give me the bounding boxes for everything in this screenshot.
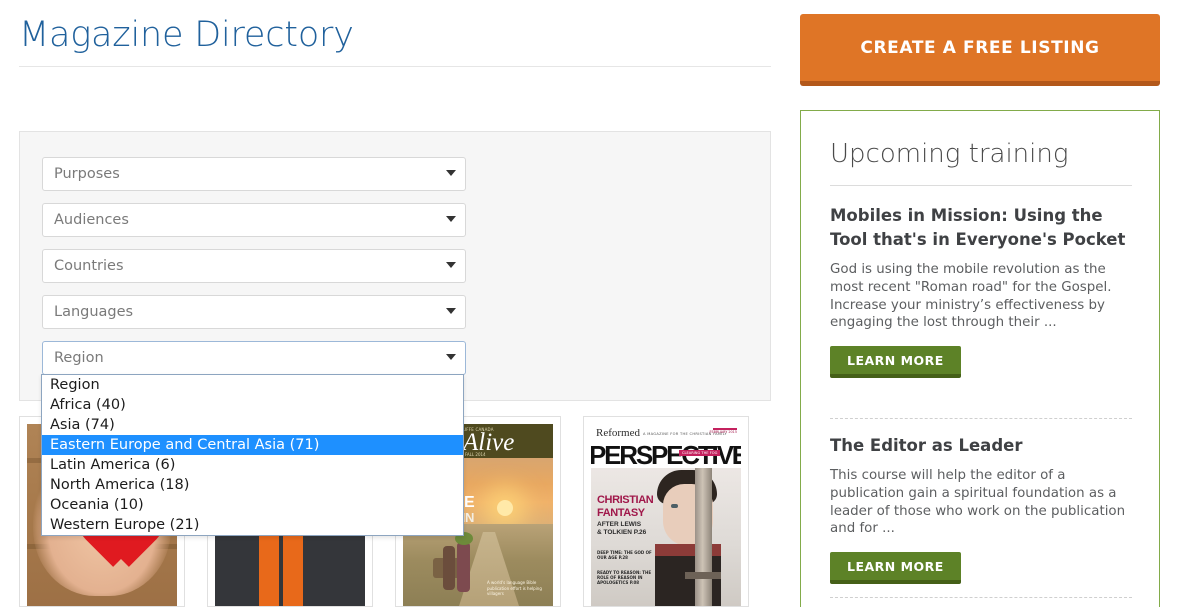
training-item-description: This course will help the editor of a pu… (830, 467, 1132, 538)
filter-panel: Purposes Audiences Countries Languages R (19, 131, 771, 401)
figure-leg-gap (279, 536, 283, 606)
magazine-card[interactable]: Reformed A MAGAZINE FOR THE CHRISTIAN FA… (583, 416, 749, 607)
page-title: Magazine Directory (19, 15, 354, 55)
magazine-cover-reformed-perspective: Reformed A MAGAZINE FOR THE CHRISTIAN FA… (591, 424, 741, 606)
chevron-down-icon (446, 354, 456, 360)
title-divider (19, 66, 771, 67)
select-countries[interactable]: Countries (42, 249, 466, 283)
cover-headline-2: FANTASY (597, 507, 645, 519)
select-audiences[interactable]: Audiences (42, 203, 466, 237)
training-item-description: God is using the mobile revolution as th… (830, 261, 1132, 332)
figure-left (443, 546, 455, 590)
masthead-issue: FEBRUARY 2015 (710, 430, 738, 434)
dropdown-option-eastern-europe-central-asia[interactable]: Eastern Europe and Central Asia (71) (42, 435, 463, 455)
select-languages[interactable]: Languages (42, 295, 466, 329)
cover-subhead-2: & TOLKIEN P.26 (597, 529, 646, 536)
select-region[interactable]: Region (42, 341, 466, 375)
training-item: Mobiles in Mission: Using the Tool that'… (830, 204, 1132, 378)
filter-select-stack: Purposes Audiences Countries Languages R (42, 157, 466, 387)
cover-teaser-2: READY TO REASON: THE ROLE OF REASON IN A… (597, 570, 659, 585)
main-content: Magazine Directory Purposes Audiences Co… (0, 0, 795, 607)
masthead-perspective-tag: CLEARING THE FOG (679, 450, 720, 456)
learn-more-button[interactable]: LEARN MORE (830, 346, 961, 378)
wooden-sword (695, 468, 712, 606)
figure-right (457, 542, 470, 592)
sidebar: CREATE A FREE LISTING Upcoming training … (800, 0, 1162, 607)
select-purposes[interactable]: Purposes (42, 157, 466, 191)
create-free-listing-button[interactable]: CREATE A FREE LISTING (800, 14, 1160, 86)
cover-teaser-1: DEEP TIME: THE GOD OF OUR AGE P.28 (597, 550, 659, 560)
page-root: Magazine Directory Purposes Audiences Co… (0, 0, 1183, 607)
select-countries-label: Countries (54, 258, 124, 274)
panel-title-divider (830, 185, 1132, 186)
dropdown-option-latin-america[interactable]: Latin America (6) (42, 455, 463, 475)
upcoming-training-title: Upcoming training (830, 139, 1068, 169)
region-dropdown-list[interactable]: Region Africa (40) Asia (74) Eastern Eur… (41, 374, 464, 536)
masthead-reformed: Reformed (596, 427, 640, 439)
learn-more-button[interactable]: LEARN MORE (830, 552, 961, 584)
cover-headline-1: CHRISTIAN (597, 494, 653, 506)
dropdown-option-north-america[interactable]: North America (18) (42, 475, 463, 495)
dropdown-option-region[interactable]: Region (42, 375, 463, 395)
sword-hilt (685, 572, 721, 579)
training-item-title[interactable]: The Editor as Leader (830, 434, 1132, 458)
cover-blurb: A world's language Bible publication eff… (487, 580, 545, 597)
masthead-date: FALL 2014 (465, 452, 486, 457)
chevron-down-icon (446, 216, 456, 222)
training-item-divider (830, 597, 1132, 598)
select-region-label: Region (54, 350, 104, 366)
upcoming-training-panel: Upcoming training Mobiles in Mission: Us… (800, 110, 1160, 607)
dropdown-option-africa[interactable]: Africa (40) (42, 395, 463, 415)
select-audiences-label: Audiences (54, 212, 129, 228)
chevron-down-icon (446, 262, 456, 268)
select-languages-label: Languages (54, 304, 133, 320)
chevron-down-icon (446, 170, 456, 176)
cover-subhead-1: AFTER LEWIS (597, 521, 641, 528)
training-item-title[interactable]: Mobiles in Mission: Using the Tool that'… (830, 204, 1132, 252)
chevron-down-icon (446, 308, 456, 314)
dropdown-option-western-europe[interactable]: Western Europe (21) (42, 515, 463, 535)
dropdown-option-asia[interactable]: Asia (74) (42, 415, 463, 435)
figure-eye-left (671, 504, 678, 508)
training-item: The Editor as Leader This course will he… (830, 434, 1132, 584)
select-purposes-label: Purposes (54, 166, 120, 182)
dropdown-option-oceania[interactable]: Oceania (10) (42, 495, 463, 515)
training-item-divider (830, 418, 1132, 419)
sun-shape (497, 500, 513, 516)
